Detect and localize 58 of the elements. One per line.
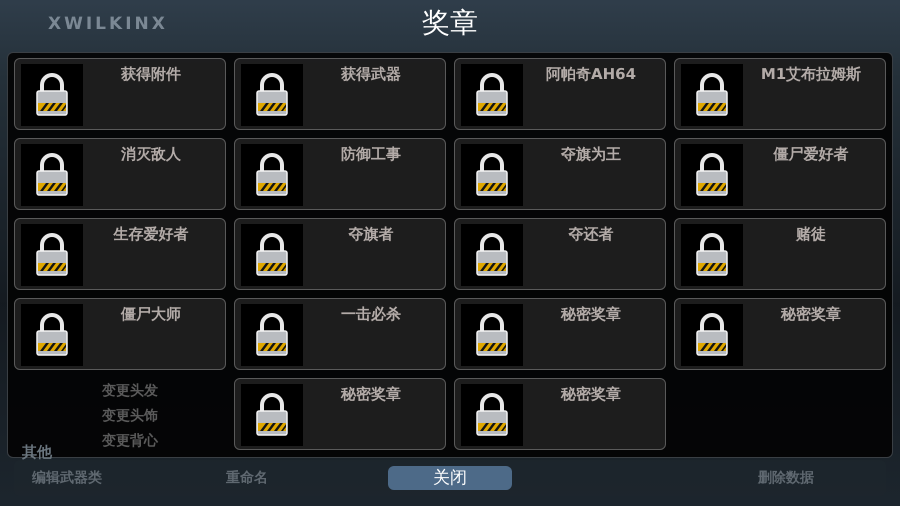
medal-card[interactable]: 消灭敌人 [14,138,226,210]
medal-card[interactable]: 僵尸爱好者 [674,138,886,210]
medal-card[interactable]: 僵尸大师 [14,298,226,370]
padlock-icon [681,304,743,366]
medal-card[interactable]: 秘密奖章 [454,378,666,450]
medal-card[interactable]: 生存爱好者 [14,218,226,290]
medal-name: 秘密奖章 [560,384,622,404]
medal-name: 获得附件 [120,64,182,84]
medal-name: M1艾布拉姆斯 [760,64,862,84]
medal-card[interactable]: 夺旗者 [234,218,446,290]
padlock-icon [461,64,523,126]
medal-card[interactable]: 秘密奖章 [234,378,446,450]
medal-card[interactable]: 阿帕奇AH64 [454,58,666,130]
padlock-icon [21,64,83,126]
medal-card[interactable]: 夺旗为王 [454,138,666,210]
padlock-icon [461,304,523,366]
medal-name: 秘密奖章 [780,304,842,324]
logo-text: XWILKINX [48,13,168,36]
medal-card[interactable]: 防御工事 [234,138,446,210]
medal-card[interactable]: 赌徒 [674,218,886,290]
padlock-icon [241,224,303,286]
padlock-icon [241,144,303,206]
medal-name: 生存爱好者 [112,224,190,244]
padlock-icon [241,64,303,126]
medal-name: 秘密奖章 [560,304,622,324]
padlock-icon [241,304,303,366]
medal-card[interactable]: 秘密奖章 [674,298,886,370]
padlock-icon [461,144,523,206]
padlock-icon [21,224,83,286]
medal-name: 僵尸爱好者 [772,144,850,164]
padlock-icon [461,224,523,286]
padlock-icon [21,304,83,366]
medal-name: 一击必杀 [340,304,402,324]
medal-name: 防御工事 [340,144,402,164]
padlock-icon [681,144,743,206]
medal-card[interactable]: 夺还者 [454,218,666,290]
medal-name: 消灭敌人 [120,144,182,164]
medal-card[interactable]: M1艾布拉姆斯 [674,58,886,130]
medal-card[interactable]: 获得附件 [14,58,226,130]
close-button[interactable]: 关闭 [388,466,512,490]
padlock-icon [21,144,83,206]
medal-card[interactable]: 秘密奖章 [454,298,666,370]
medal-name: 僵尸大师 [120,304,182,324]
section-label: 其他 [22,442,52,463]
medal-name: 赌徒 [794,224,827,244]
padlock-icon [461,384,523,446]
medal-card[interactable]: 一击必杀 [234,298,446,370]
padlock-icon [681,224,743,286]
medal-name: 秘密奖章 [340,384,402,404]
medal-name: 阿帕奇AH64 [544,64,638,84]
medal-name: 夺还者 [568,224,614,244]
medal-name: 获得武器 [340,64,402,84]
window-title: 奖章 [422,5,478,41]
medal-name: 夺旗为王 [560,144,622,164]
medal-card[interactable]: 获得武器 [234,58,446,130]
padlock-icon [241,384,303,446]
padlock-icon [681,64,743,126]
medal-name: 夺旗者 [348,224,394,244]
